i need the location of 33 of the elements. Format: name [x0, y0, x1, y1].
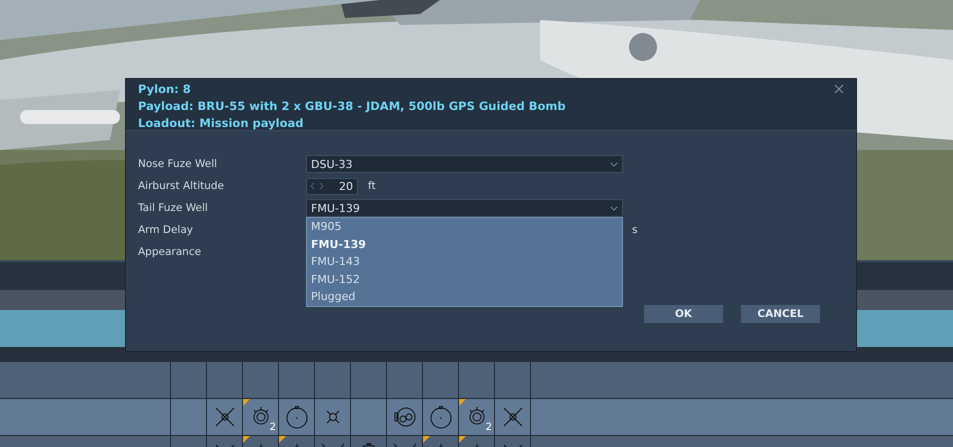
loadout-cell[interactable]: 2 [243, 399, 279, 435]
payload-info: Pylon: 8 [138, 81, 191, 98]
count-label: 2 [486, 422, 492, 433]
number-field[interactable]: 20 [306, 178, 358, 194]
unit-label: s [632, 224, 638, 236]
field-label: Arm Delay [138, 224, 194, 236]
dropdown-option[interactable]: FMU-143 [307, 253, 622, 271]
dropdown-option[interactable]: FMU-152 [307, 270, 622, 288]
unit-label: ft [368, 180, 376, 192]
payload-info: Loadout: Mission payload [138, 115, 304, 132]
field-label: Airburst Altitude [138, 180, 226, 192]
stepper-arrows-icon[interactable] [310, 182, 324, 190]
dropdown-option[interactable]: M905 [307, 218, 622, 236]
dropdown-option[interactable]: FMU-139 [307, 236, 622, 254]
dropdown-option[interactable]: Plugged [307, 288, 622, 306]
circle-icon [428, 405, 452, 429]
dropdown-field[interactable]: DSU-33 [306, 155, 623, 173]
cross-icon [212, 405, 236, 429]
field-label: Appearance [138, 246, 202, 258]
circle-icon [284, 405, 308, 429]
ok-button[interactable]: OK [644, 305, 723, 323]
chevron-down-icon [610, 162, 618, 166]
field-label: Nose Fuze Well [138, 158, 218, 170]
chevron-down-icon [610, 206, 618, 210]
count-label: 2 [270, 422, 276, 433]
close-icon[interactable] [834, 84, 844, 94]
pod-icon [392, 405, 416, 429]
loadout-cell[interactable]: 2 [459, 399, 495, 435]
cancel-button[interactable]: CANCEL [741, 305, 820, 323]
cross-icon [500, 405, 524, 429]
payload-info: Payload: BRU-55 with 2 x GBU-38 - JDAM, 500lb GPS Guided Bomb [138, 98, 566, 115]
dropdown-field[interactable]: FMU-139 [306, 199, 623, 217]
field-label: Tail Fuze Well [138, 202, 209, 214]
